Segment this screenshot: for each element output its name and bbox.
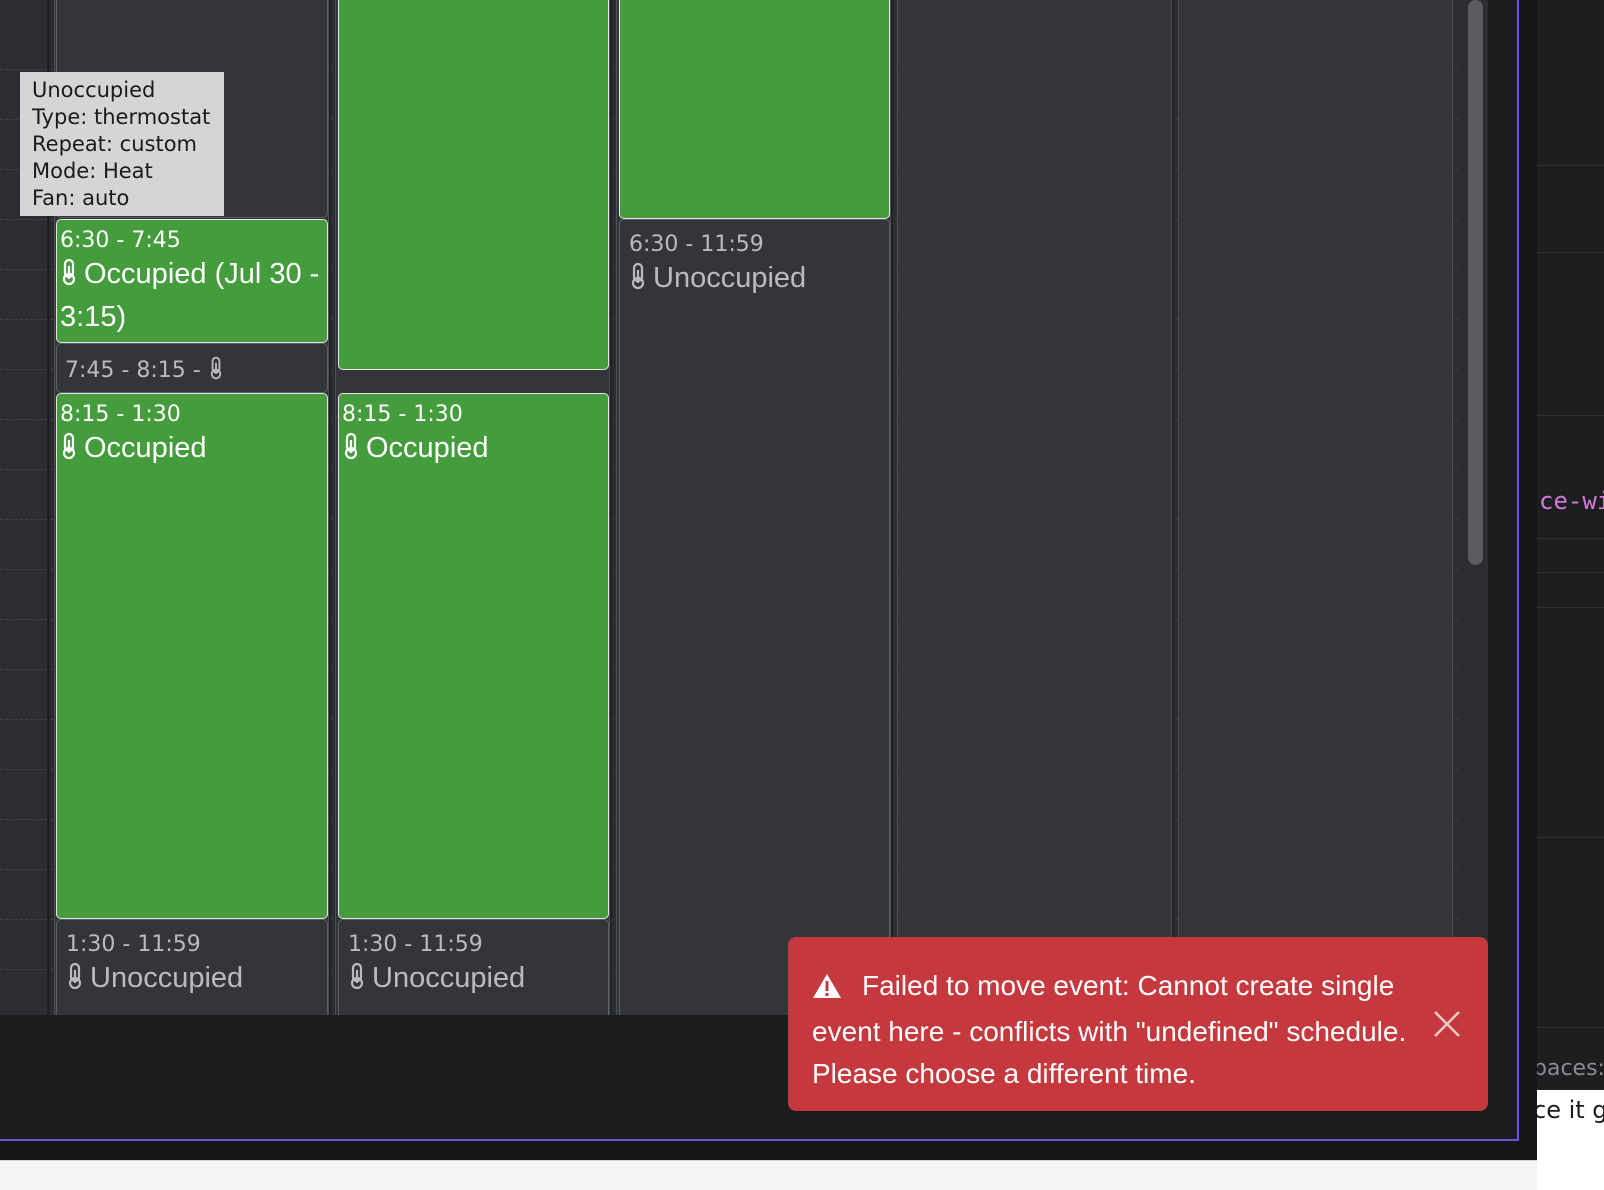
event-title: Occupied (Jul 30 - 3:15): [60, 258, 320, 333]
event-block[interactable]: 1:30 - 11:59 Unoccupied: [338, 919, 609, 1015]
day-column[interactable]: [1178, 0, 1453, 1015]
thermometer-icon: [66, 961, 84, 1001]
thermometer-icon: [348, 961, 366, 1001]
event-block[interactable]: 8:15 - 1:30 Occupied: [338, 393, 609, 919]
tooltip-line: Type: thermostat: [32, 105, 211, 129]
event-block[interactable]: [338, 0, 609, 370]
calendar-week-grid: 6:30 - 7:45 Occupied (Jul 30 - 3:15) 7:4…: [0, 0, 1488, 1015]
event-block[interactable]: 6:30 - 7:45 Occupied (Jul 30 - 3:15): [56, 219, 328, 343]
event-block[interactable]: [619, 0, 890, 219]
tooltip-line: Repeat: custom: [32, 132, 198, 156]
divider: [1537, 1027, 1604, 1028]
event-time: 7:45 - 8:15 -: [65, 358, 201, 383]
thermometer-icon: [208, 356, 224, 387]
event-time: 8:15 - 1:30: [342, 402, 463, 427]
tooltip-line: Unoccupied: [32, 78, 156, 102]
event-tooltip: Unoccupied Type: thermostat Repeat: cust…: [20, 72, 224, 216]
warning-icon: [812, 969, 842, 1011]
calendar-window: 6:30 - 7:45 Occupied (Jul 30 - 3:15) 7:4…: [0, 0, 1519, 1141]
error-toast: Failed to move event: Cannot create sing…: [788, 937, 1488, 1111]
window-bottom-bar: [0, 1160, 1537, 1190]
divider: [1537, 538, 1604, 539]
divider: [1537, 252, 1604, 253]
event-block[interactable]: 6:30 - 11:59 Unoccupied: [619, 219, 890, 1015]
event-block[interactable]: 8:15 - 1:30 Occupied: [56, 393, 328, 919]
thermometer-icon: [342, 431, 360, 471]
event-title: Unoccupied: [372, 962, 526, 994]
status-text: paces:: [1537, 1056, 1604, 1081]
divider: [1537, 415, 1604, 416]
event-time: 1:30 - 11:59: [66, 932, 201, 957]
thermometer-icon: [629, 261, 647, 301]
event-time: 6:30 - 7:45: [60, 228, 181, 253]
thermometer-icon: [60, 257, 78, 297]
event-time: 8:15 - 1:30: [60, 402, 181, 427]
divider: [1537, 572, 1604, 573]
toast-message: Failed to move event: Cannot create sing…: [812, 970, 1407, 1089]
event-time: 6:30 - 11:59: [629, 232, 764, 257]
screen: { "tooltip": { "lines": ["Unoccupied", "…: [0, 0, 1604, 1190]
event-title: Unoccupied: [90, 962, 244, 994]
divider: [1537, 837, 1604, 838]
background-editor-window: ce-wi paces: ce it g: [1537, 0, 1604, 1190]
divider: [1537, 165, 1604, 166]
close-icon[interactable]: [1432, 1009, 1462, 1039]
event-title: Occupied: [84, 432, 207, 464]
day-column[interactable]: [897, 0, 1172, 1015]
tooltip-line: Fan: auto: [32, 186, 130, 210]
code-snippet: ce-wi: [1539, 487, 1604, 515]
event-block[interactable]: 1:30 - 11:59 Unoccupied: [56, 919, 328, 1015]
event-title: Unoccupied: [653, 262, 807, 294]
divider: [1537, 607, 1604, 608]
thermometer-icon: [60, 431, 78, 471]
event-title: Occupied: [366, 432, 489, 464]
event-block[interactable]: 7:45 - 8:15 -: [56, 343, 328, 393]
scrollbar-thumb[interactable]: [1468, 0, 1483, 565]
event-time: 1:30 - 11:59: [348, 932, 483, 957]
panel-text: ce it g: [1537, 1096, 1604, 1124]
tooltip-line: Mode: Heat: [32, 159, 153, 183]
